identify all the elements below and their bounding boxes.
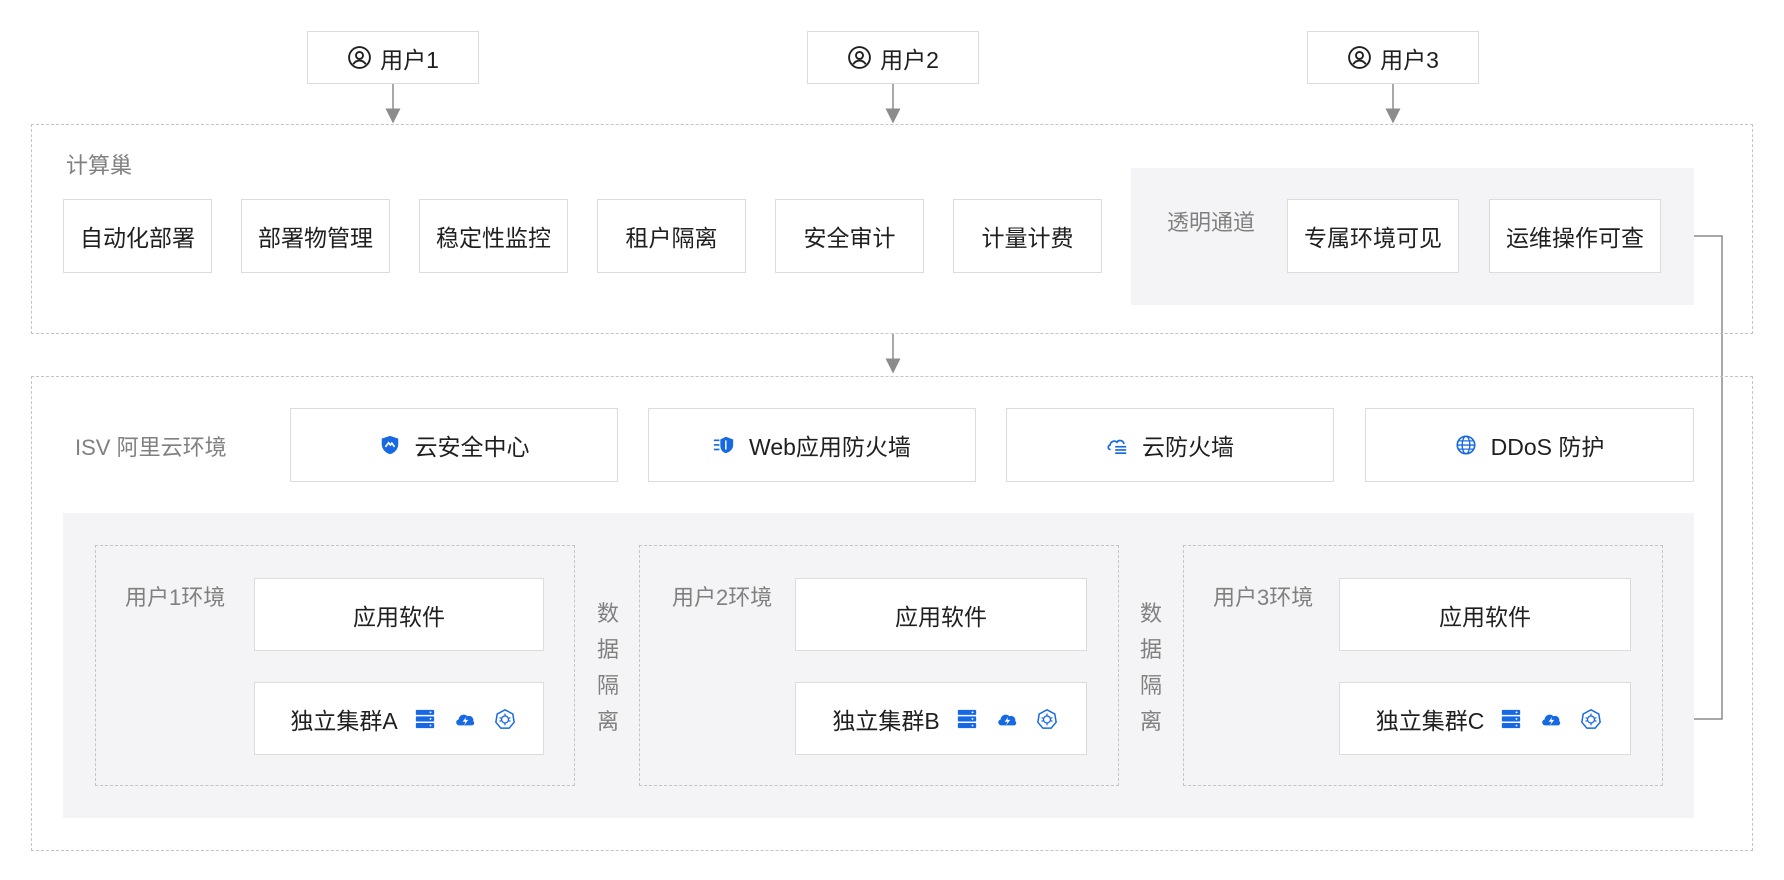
service-label: 云防火墙 bbox=[1142, 434, 1234, 460]
app-software-box: 应用软件 bbox=[795, 578, 1087, 651]
user-label: 用户2 bbox=[880, 46, 939, 73]
feature-box-2: 部署物管理 bbox=[241, 199, 390, 273]
cluster-box-a: 独立集群A bbox=[254, 682, 544, 755]
compute-nest-title: 计算巢 bbox=[66, 153, 133, 178]
cluster-label: 独立集群C bbox=[1375, 707, 1485, 734]
service-label: DDoS 防护 bbox=[1490, 434, 1605, 460]
waf-icon bbox=[713, 436, 734, 454]
server-icon bbox=[957, 709, 976, 728]
service-label: Web应用防火墙 bbox=[749, 434, 911, 460]
cloud-compute-icon bbox=[455, 714, 474, 725]
globe-icon bbox=[1456, 435, 1476, 455]
user-box-2: 用户2 bbox=[807, 31, 979, 84]
kubernetes-icon bbox=[1036, 708, 1057, 729]
user-box-1: 用户1 bbox=[307, 31, 479, 84]
feature-box-3: 稳定性监控 bbox=[419, 199, 568, 273]
cloud-firewall-icon bbox=[1107, 439, 1127, 454]
user-env-title: 用户3环境 bbox=[1213, 585, 1314, 610]
service-security-center: 云安全中心 bbox=[290, 408, 618, 482]
data-isolation-label-1: 数据隔离 bbox=[596, 601, 619, 734]
cloud-compute-icon bbox=[997, 714, 1016, 725]
user-env-title: 用户2环境 bbox=[672, 585, 773, 610]
cloud-compute-icon bbox=[1542, 714, 1561, 725]
cluster-label: 独立集群B bbox=[832, 707, 940, 734]
feature-box-6: 计量计费 bbox=[953, 199, 1102, 273]
feature-box-4: 租户隔离 bbox=[597, 199, 746, 273]
cluster-box-c: 独立集群C bbox=[1339, 682, 1631, 755]
cluster-box-b: 独立集群B bbox=[795, 682, 1087, 755]
server-icon bbox=[415, 709, 434, 728]
service-ddos: DDoS 防护 bbox=[1365, 408, 1694, 482]
channel-item-ops-auditable: 运维操作可查 bbox=[1489, 199, 1661, 273]
user-label: 用户3 bbox=[1380, 46, 1439, 73]
service-cloud-firewall: 云防火墙 bbox=[1006, 408, 1334, 482]
service-label: 云安全中心 bbox=[414, 434, 530, 460]
channel-item-env-visible: 专属环境可见 bbox=[1287, 199, 1459, 273]
feature-box-1: 自动化部署 bbox=[63, 199, 212, 273]
user-box-3: 用户3 bbox=[1307, 31, 1479, 84]
feature-box-5: 安全审计 bbox=[775, 199, 924, 273]
data-isolation-label-2: 数据隔离 bbox=[1139, 601, 1162, 734]
isv-env-title: ISV 阿里云环境 bbox=[75, 435, 227, 460]
service-waf: Web应用防火墙 bbox=[648, 408, 976, 482]
kubernetes-icon bbox=[1581, 708, 1602, 729]
server-icon bbox=[1502, 709, 1521, 728]
kubernetes-icon bbox=[494, 708, 515, 729]
user-env-title: 用户1环境 bbox=[125, 585, 226, 610]
app-software-box: 应用软件 bbox=[1339, 578, 1631, 651]
user-icon bbox=[1348, 46, 1371, 69]
app-software-box: 应用软件 bbox=[254, 578, 544, 651]
shield-icon bbox=[381, 435, 398, 455]
user-icon bbox=[848, 46, 871, 69]
transparent-channel-title: 透明通道 bbox=[1167, 210, 1256, 235]
user-icon bbox=[348, 46, 371, 69]
cluster-label: 独立集群A bbox=[290, 707, 398, 734]
user-label: 用户1 bbox=[380, 46, 439, 73]
